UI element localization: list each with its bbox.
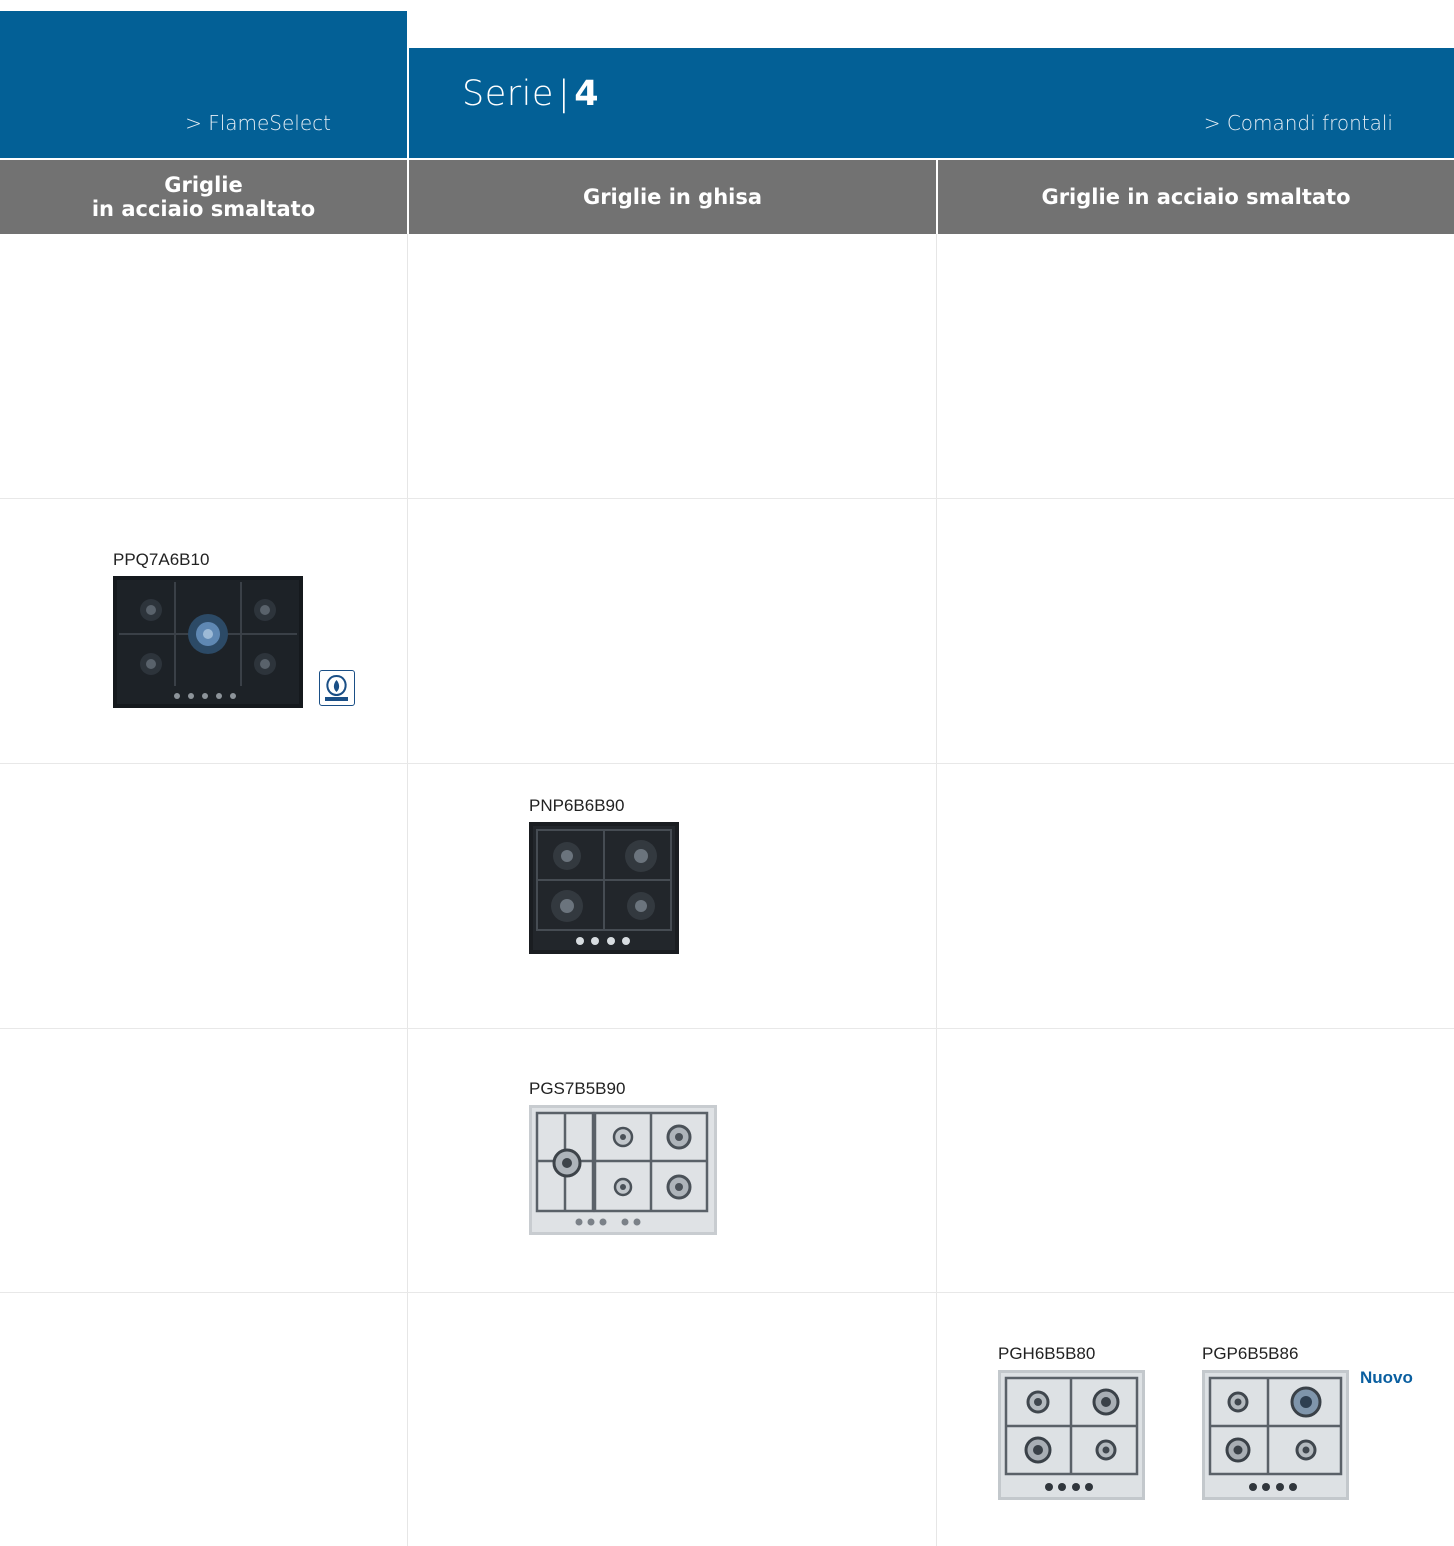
cooktop-image[interactable] (1202, 1370, 1349, 1500)
product-code[interactable]: PGS7B5B90 (529, 1079, 625, 1099)
comandi-frontali-subtitle[interactable]: > Comandi frontali (1204, 111, 1393, 135)
cooktop-image[interactable] (998, 1370, 1145, 1500)
serie-word: Serie (462, 74, 554, 114)
new-badge: Nuovo (1360, 1368, 1413, 1387)
flameselect-subtitle[interactable]: > FlameSelect (185, 111, 331, 135)
product-code[interactable]: PPQ7A6B10 (113, 550, 209, 570)
flameselect-icon (319, 670, 355, 706)
product-code[interactable]: PGP6B5B86 (1202, 1344, 1298, 1364)
column-header-1: Griglie in acciaio smaltato (0, 160, 407, 234)
column-header-3-label: Griglie in acciaio smaltato (1041, 185, 1351, 209)
grid-hline (0, 498, 1454, 499)
serie-separator: | (557, 74, 571, 114)
serie-number: 4 (574, 74, 600, 114)
column-header-1-label: Griglie in acciaio smaltato (91, 173, 316, 221)
cooktop-image[interactable] (529, 822, 679, 954)
product-code[interactable]: PNP6B6B90 (529, 796, 624, 816)
flameselect-header: > FlameSelect (0, 11, 407, 158)
cooktop-image[interactable] (529, 1105, 717, 1235)
grid-hline (0, 1292, 1454, 1293)
grid-hline (0, 763, 1454, 764)
grid-vline (407, 234, 408, 1546)
column-header-row: Griglie in acciaio smaltato Griglie in g… (0, 160, 1454, 234)
serie-title: Serie | 4 (462, 74, 599, 114)
grid-hline (0, 1028, 1454, 1029)
cooktop-image[interactable] (113, 576, 303, 708)
column-header-2: Griglie in ghisa (409, 160, 936, 234)
grid-vline (936, 234, 937, 1546)
column-header-2-label: Griglie in ghisa (582, 185, 763, 209)
product-code[interactable]: PGH6B5B80 (998, 1344, 1095, 1364)
serie-header: Serie | 4 > Comandi frontali (409, 48, 1454, 158)
column-header-3: Griglie in acciaio smaltato (938, 160, 1454, 234)
